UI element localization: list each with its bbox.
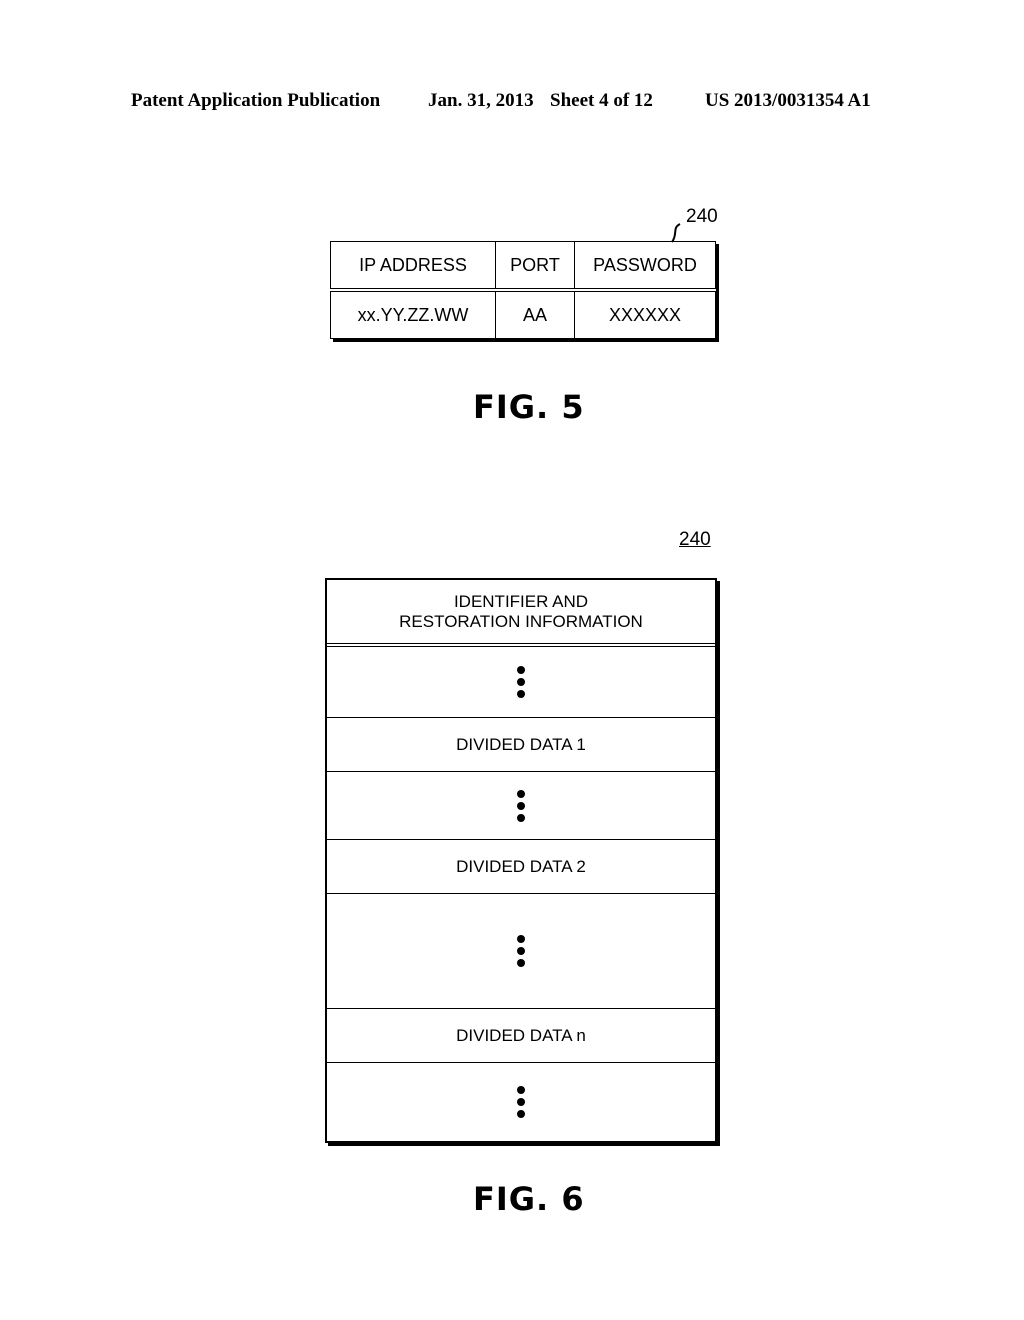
table-row: xx.YY.ZZ.WW AA XXXXXX <box>330 289 716 339</box>
fig6-data-structure: IDENTIFIER AND RESTORATION INFORMATION D… <box>325 578 717 1143</box>
vertical-ellipsis-icon <box>517 789 525 822</box>
divided-data-block: DIVIDED DATA 2 <box>327 840 715 894</box>
divided-data-block: DIVIDED DATA n <box>327 1009 715 1063</box>
patent-number: US 2013/0031354 A1 <box>705 90 871 111</box>
fig6-reference-number: 240 <box>679 529 711 550</box>
ellipsis-block <box>327 772 715 840</box>
divided-data-label: DIVIDED DATA 2 <box>456 856 586 876</box>
fig6-label: FIG. 6 <box>473 1180 585 1218</box>
cell-ip-address: xx.YY.ZZ.WW <box>330 289 496 339</box>
fig5-reference-number: 240 <box>686 206 718 227</box>
sheet-number: Sheet 4 of 12 <box>550 90 653 111</box>
cell-port: AA <box>495 289 575 339</box>
fig5-table: IP ADDRESS PORT PASSWORD xx.YY.ZZ.WW AA … <box>330 241 716 339</box>
divided-data-block: DIVIDED DATA 1 <box>327 718 715 772</box>
column-header-ip-address: IP ADDRESS <box>330 241 496 292</box>
column-header-password: PASSWORD <box>574 241 716 292</box>
publication-date: Jan. 31, 2013 <box>428 90 534 111</box>
vertical-ellipsis-icon <box>517 935 525 967</box>
divided-data-label: DIVIDED DATA 1 <box>456 734 586 754</box>
fig5-label: FIG. 5 <box>473 388 585 426</box>
identifier-label-line2: RESTORATION INFORMATION <box>399 611 643 631</box>
vertical-ellipsis-icon <box>517 666 525 698</box>
publication-type: Patent Application Publication <box>131 90 381 111</box>
identifier-label-line1: IDENTIFIER AND <box>453 591 589 611</box>
ellipsis-block <box>327 1063 715 1141</box>
vertical-ellipsis-icon <box>517 1086 525 1118</box>
divided-data-label: DIVIDED DATA n <box>456 1025 586 1045</box>
identifier-restoration-block: IDENTIFIER AND RESTORATION INFORMATION <box>327 580 715 647</box>
column-header-port: PORT <box>495 241 575 292</box>
ellipsis-block <box>327 894 715 1009</box>
cell-password: XXXXXX <box>574 289 716 339</box>
table-header-row: IP ADDRESS PORT PASSWORD <box>330 241 716 292</box>
ellipsis-block <box>327 647 715 718</box>
